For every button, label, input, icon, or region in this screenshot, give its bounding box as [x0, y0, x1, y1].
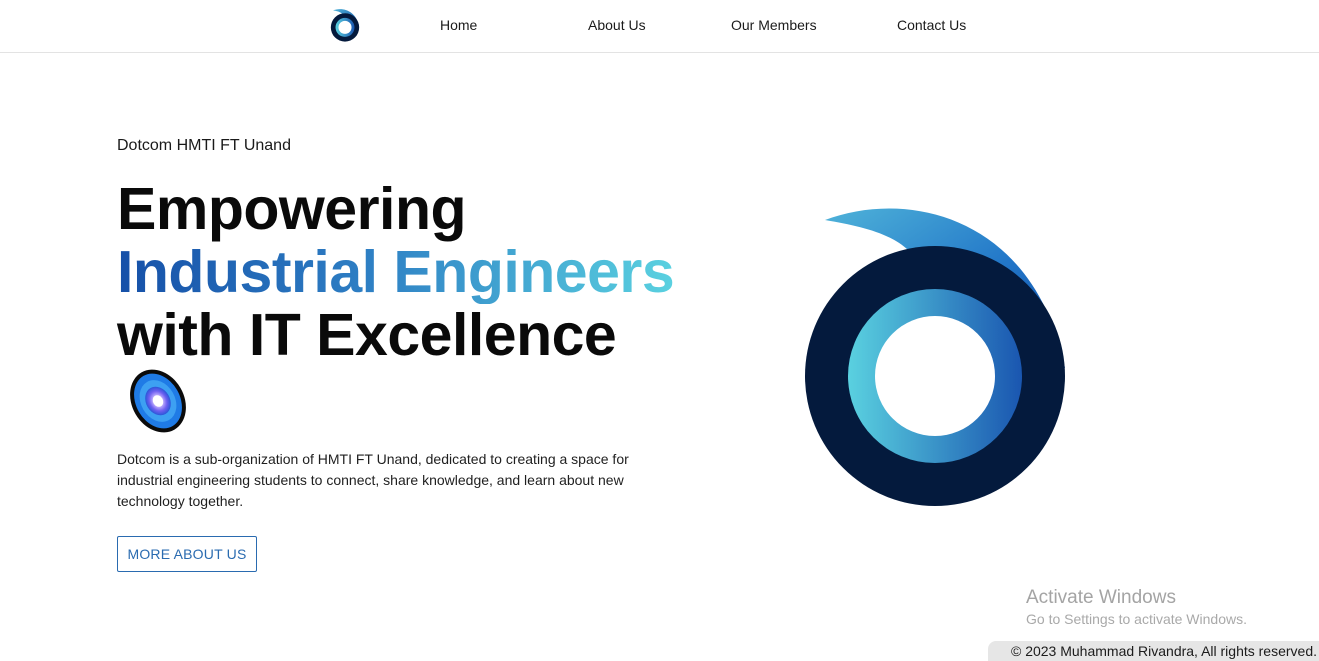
footer-copyright: © 2023 Muhammad Rivandra, All rights res… — [1010, 643, 1317, 659]
headline-line-1: Empowering — [117, 176, 467, 242]
dotcom-logo-icon[interactable] — [329, 8, 361, 42]
hero-description: Dotcom is a sub-organization of HMTI FT … — [117, 451, 629, 509]
hero-eyebrow: Dotcom HMTI FT Unand — [117, 137, 291, 154]
hero-headline: Empowering Industrial Engineers with IT … — [117, 176, 675, 368]
nav-link-home[interactable]: Home — [440, 17, 477, 33]
headline-line-3: with IT Excellence — [117, 302, 617, 368]
more-about-us-button[interactable]: MORE ABOUT US — [117, 536, 257, 572]
nav-link-our-members[interactable]: Our Members — [731, 17, 817, 33]
nav-link-contact-us[interactable]: Contact Us — [897, 17, 966, 33]
footer: © 2023 Muhammad Rivandra, All rights res… — [988, 641, 1319, 661]
navbar: Home About Us Our Members Contact Us — [0, 0, 1319, 53]
planet-icon — [130, 369, 186, 433]
activate-windows-title: Activate Windows — [1026, 587, 1176, 608]
nav-link-about-us[interactable]: About Us — [588, 17, 646, 33]
dotcom-ring-logo-icon — [805, 208, 1065, 506]
activate-windows-subtitle: Go to Settings to activate Windows. — [1026, 611, 1247, 627]
headline-line-2: Industrial Engineers — [117, 239, 675, 305]
